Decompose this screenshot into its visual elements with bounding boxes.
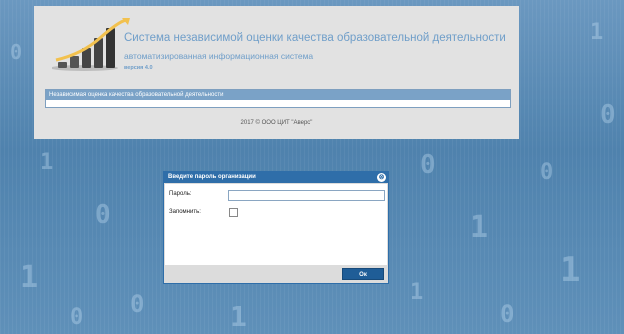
close-icon[interactable]: ⊗: [377, 173, 386, 182]
header-panel: Система независимой оценки качества обра…: [34, 6, 519, 139]
nav-item-label[interactable]: Независимая оценка качества образователь…: [46, 90, 510, 100]
dialog-header: Введите пароль организации ⊗: [164, 172, 388, 183]
remember-label: Запомнить:: [169, 209, 201, 215]
ok-button[interactable]: Ок: [342, 268, 384, 280]
app-version: версия 4.0: [124, 65, 153, 71]
dialog-body: Пароль: Запомнить:: [165, 184, 387, 265]
password-input[interactable]: [228, 190, 385, 201]
nav-bar: Независимая оценка качества образователь…: [45, 89, 511, 108]
remember-checkbox[interactable]: [229, 208, 238, 217]
app-title: Система независимой оценки качества обра…: [124, 32, 506, 44]
password-dialog: Введите пароль организации ⊗ Пароль: Зап…: [163, 171, 389, 284]
dialog-title: Введите пароль организации: [168, 174, 256, 180]
app-subtitle: автоматизированная информационная систем…: [124, 51, 314, 61]
password-label: Пароль:: [169, 191, 192, 197]
copyright: 2017 © ООО ЦИТ "Аверс": [240, 120, 313, 126]
